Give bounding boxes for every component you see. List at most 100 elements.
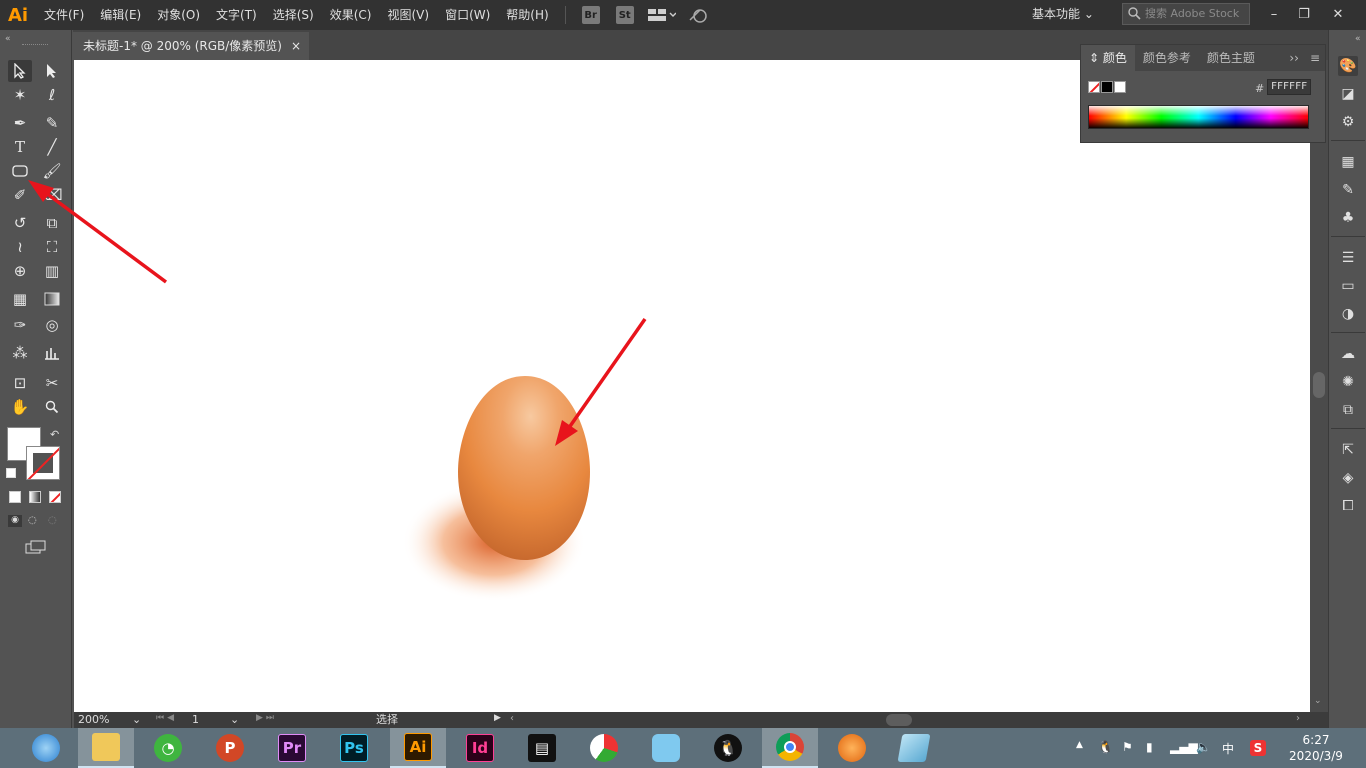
taskbar-app-chart[interactable] bbox=[576, 728, 632, 768]
taskbar-chrome[interactable] bbox=[762, 728, 818, 768]
appearance-icon[interactable]: ✺ bbox=[1338, 372, 1358, 392]
scroll-left-icon[interactable]: ‹ bbox=[510, 713, 514, 724]
scroll-right-icon[interactable]: › bbox=[1296, 713, 1300, 724]
system-clock[interactable]: 6:27 2020/3/9 bbox=[1284, 732, 1348, 764]
tray-qq-icon[interactable]: 🐧 bbox=[1098, 740, 1113, 754]
blend-tool-icon[interactable]: ◎ bbox=[40, 314, 64, 336]
export-icon[interactable]: ⇱ bbox=[1338, 440, 1358, 460]
slice-tool-icon[interactable]: ✂ bbox=[40, 372, 64, 394]
menu-view[interactable]: 视图(V) bbox=[379, 0, 437, 30]
shape-builder-tool-icon[interactable]: ⊕ bbox=[8, 260, 32, 282]
tray-ime-indicator[interactable]: 中 bbox=[1222, 740, 1234, 757]
mesh-tool-icon[interactable]: ▦ bbox=[8, 288, 32, 310]
zoom-tool-icon[interactable] bbox=[40, 396, 64, 418]
brushes-icon[interactable]: ✎ bbox=[1338, 180, 1358, 200]
symbols-icon[interactable]: ♣ bbox=[1338, 208, 1358, 228]
close-window-button[interactable]: ✕ bbox=[1322, 0, 1354, 28]
menu-window[interactable]: 窗口(W) bbox=[437, 0, 498, 30]
horizontal-scroll-thumb[interactable] bbox=[886, 714, 912, 726]
document-tab[interactable]: 未标题-1* @ 200% (RGB/像素预览) × bbox=[73, 32, 309, 60]
screen-mode-icon[interactable] bbox=[25, 540, 47, 554]
rotate-tool-icon[interactable]: ↺ bbox=[8, 212, 32, 234]
menu-select[interactable]: 选择(S) bbox=[265, 0, 322, 30]
white-swatch[interactable] bbox=[1114, 81, 1126, 93]
taskbar-qq[interactable]: 🐧 bbox=[700, 728, 756, 768]
next-last-artboard-icon[interactable]: ▶⏭ bbox=[256, 713, 277, 723]
eraser-tool-icon[interactable]: ⌫ bbox=[40, 184, 64, 206]
tab-color[interactable]: ⇕ 颜色 bbox=[1081, 45, 1135, 71]
hand-tool-icon[interactable]: ✋ bbox=[8, 396, 32, 418]
bridge-button[interactable]: Br bbox=[581, 6, 600, 24]
color-guide-icon[interactable]: ◪ bbox=[1338, 84, 1358, 104]
status-menu-icon[interactable]: ▶ bbox=[494, 713, 501, 723]
artboards-icon[interactable]: ⧠ bbox=[1338, 496, 1358, 516]
hex-input[interactable]: FFFFFF bbox=[1267, 79, 1311, 95]
expand-panel-icon[interactable]: ›› bbox=[1283, 45, 1305, 71]
gradient-mode-icon[interactable] bbox=[29, 491, 41, 503]
menu-file[interactable]: 文件(F) bbox=[36, 0, 92, 30]
menu-object[interactable]: 对象(O) bbox=[149, 0, 208, 30]
black-swatch[interactable] bbox=[1101, 81, 1113, 93]
tab-color-themes[interactable]: 颜色主题 bbox=[1199, 45, 1263, 71]
collapse-panel-icon[interactable]: « bbox=[5, 34, 11, 44]
transparency-icon[interactable]: ◑ bbox=[1338, 304, 1358, 324]
taskbar-app-chat[interactable] bbox=[638, 728, 694, 768]
expand-dock-icon[interactable]: « bbox=[1355, 34, 1361, 44]
selection-tool-icon[interactable] bbox=[8, 60, 32, 82]
restore-button[interactable]: ❐ bbox=[1288, 0, 1320, 28]
artboard-canvas[interactable] bbox=[74, 60, 1310, 712]
perspective-grid-tool-icon[interactable]: ▥ bbox=[40, 260, 64, 282]
taskbar-video-editor[interactable]: ▤ bbox=[514, 728, 570, 768]
menu-type[interactable]: 文字(T) bbox=[208, 0, 265, 30]
tray-expand-icon[interactable]: ▲ bbox=[1076, 740, 1083, 750]
swap-fill-stroke-icon[interactable]: ↶ bbox=[50, 428, 59, 441]
type-tool-icon[interactable]: T bbox=[8, 136, 32, 158]
line-segment-tool-icon[interactable]: ╱ bbox=[40, 136, 64, 158]
curvature-tool-icon[interactable]: ✎ bbox=[40, 112, 64, 134]
column-graph-tool-icon[interactable] bbox=[40, 342, 64, 364]
tray-sogou-icon[interactable]: S bbox=[1250, 740, 1266, 756]
gradient-tool-icon[interactable] bbox=[40, 288, 64, 310]
arrange-documents-icon[interactable] bbox=[647, 6, 678, 24]
minimize-button[interactable]: – bbox=[1258, 0, 1290, 28]
stroke-swatch[interactable] bbox=[26, 446, 60, 480]
direct-selection-tool-icon[interactable] bbox=[40, 60, 64, 82]
artboard-tool-icon[interactable]: ⊡ bbox=[8, 372, 32, 394]
stock-button[interactable]: St bbox=[615, 6, 634, 24]
close-tab-icon[interactable]: × bbox=[291, 32, 301, 60]
vertical-scroll-thumb[interactable] bbox=[1313, 372, 1325, 398]
draw-inside-icon[interactable]: ◌ bbox=[48, 515, 57, 526]
rounded-rectangle-tool-icon[interactable] bbox=[8, 160, 32, 182]
none-mode-icon[interactable] bbox=[49, 491, 61, 503]
stroke-icon[interactable]: ☰ bbox=[1338, 248, 1358, 268]
taskbar-photoshop[interactable]: Ps bbox=[326, 728, 382, 768]
cc-libraries-icon[interactable]: ☁ bbox=[1338, 344, 1358, 364]
symbol-sprayer-tool-icon[interactable]: ⁂ bbox=[8, 342, 32, 364]
tab-color-guide[interactable]: 颜色参考 bbox=[1135, 45, 1199, 71]
layers-icon[interactable]: ◈ bbox=[1338, 468, 1358, 488]
lasso-tool-icon[interactable]: ℓ bbox=[40, 84, 64, 106]
workspace-switcher[interactable]: 基本功能 ⌄ bbox=[1032, 0, 1094, 30]
taskbar-powerpoint[interactable]: P bbox=[202, 728, 258, 768]
gradient-panel-icon[interactable]: ▭ bbox=[1338, 276, 1358, 296]
taskbar-indesign[interactable]: Id bbox=[452, 728, 508, 768]
taskbar-file-explorer[interactable] bbox=[78, 728, 134, 768]
gpu-performance-icon[interactable] bbox=[688, 6, 712, 24]
color-mode-icon[interactable] bbox=[9, 491, 21, 503]
swatches-icon[interactable]: ▦ bbox=[1338, 152, 1358, 172]
none-color-icon[interactable] bbox=[1088, 81, 1100, 93]
taskbar-wechat[interactable]: ◔ bbox=[140, 728, 196, 768]
paintbrush-tool-icon[interactable]: 🖌 bbox=[40, 160, 64, 182]
menu-effect[interactable]: 效果(C) bbox=[322, 0, 380, 30]
eyedropper-tool-icon[interactable]: ✑ bbox=[8, 314, 32, 336]
shaper-tool-icon[interactable]: ✐ bbox=[8, 184, 32, 206]
menu-help[interactable]: 帮助(H) bbox=[498, 0, 556, 30]
color-spectrum[interactable] bbox=[1088, 105, 1309, 129]
draw-normal-icon[interactable]: ◉ bbox=[8, 515, 22, 527]
menu-edit[interactable]: 编辑(E) bbox=[92, 0, 149, 30]
taskbar-illustrator[interactable]: Ai bbox=[390, 728, 446, 768]
panel-grip[interactable] bbox=[22, 44, 48, 47]
taskbar-browser[interactable] bbox=[18, 728, 74, 768]
pen-tool-icon[interactable]: ✒ bbox=[8, 112, 32, 134]
tray-volume-icon[interactable]: 🔈 bbox=[1196, 740, 1211, 754]
